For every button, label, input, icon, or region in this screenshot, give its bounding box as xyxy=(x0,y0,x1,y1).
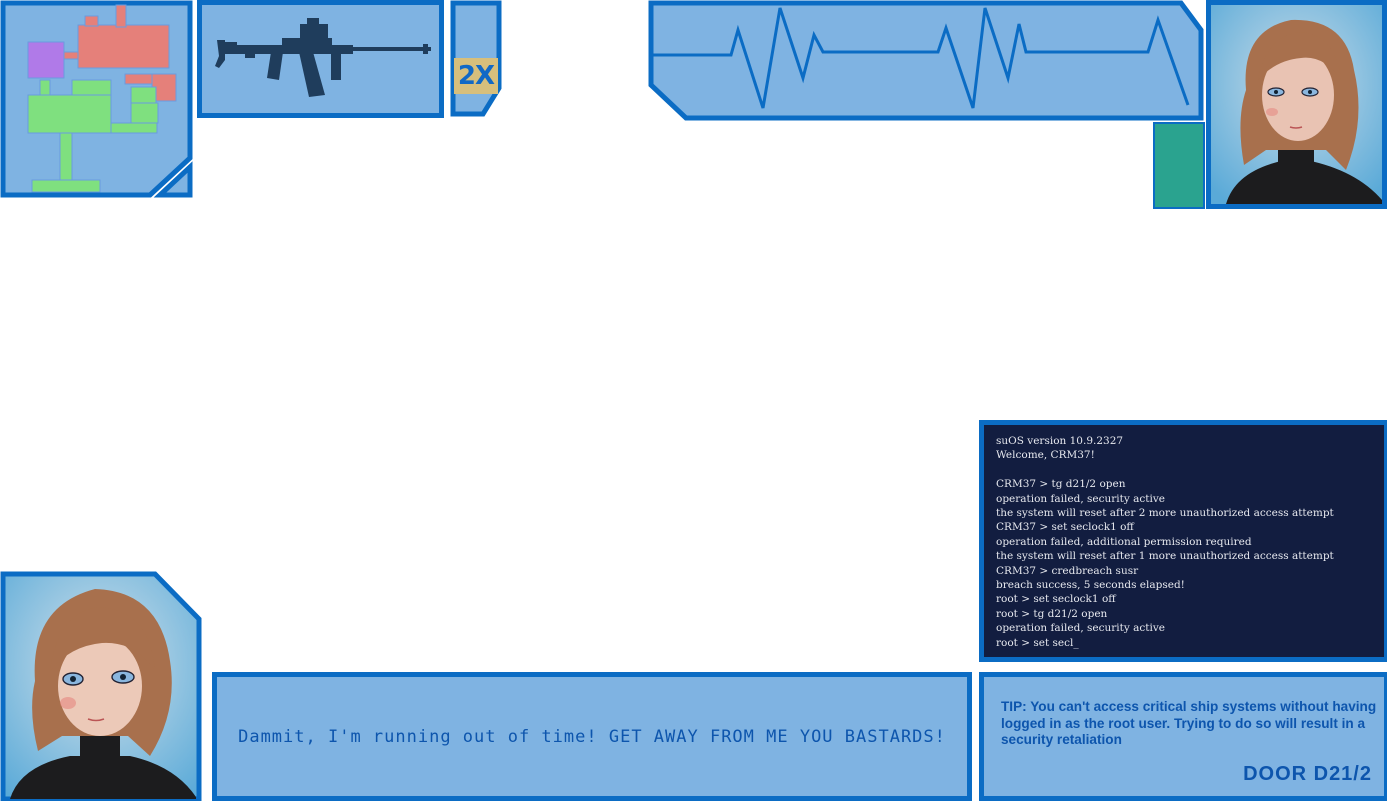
terminal-line: suOS version 10.9.2327 xyxy=(996,435,1124,447)
minimap-room xyxy=(124,73,156,85)
dialogue-box: Dammit, I'm running out of time! GET AWA… xyxy=(212,672,972,801)
minimap-room xyxy=(31,179,101,193)
minimap-room xyxy=(84,15,99,27)
terminal-window[interactable]: suOS version 10.9.2327 Welcome, CRM37! CR… xyxy=(979,420,1387,662)
dialogue-text: Dammit, I'm running out of time! GET AWA… xyxy=(238,726,946,747)
minimap-room xyxy=(115,4,127,28)
terminal-output: suOS version 10.9.2327 Welcome, CRM37! CR… xyxy=(984,425,1384,657)
weapon-panel xyxy=(197,0,444,118)
terminal-line: CRM37 > set seclock1 off xyxy=(996,521,1134,534)
terminal-line: Welcome, CRM37! xyxy=(996,449,1095,462)
minimap-room xyxy=(63,51,79,60)
minimap-room xyxy=(77,24,170,69)
ammo-multiplier-badge: 2X xyxy=(454,58,498,94)
character-portrait-top xyxy=(1206,0,1387,210)
character-portrait-bottom xyxy=(0,571,203,801)
terminal-line: the system will reset after 1 more unaut… xyxy=(996,550,1334,563)
minimap-room xyxy=(59,132,73,181)
terminal-line: operation failed, additional permission … xyxy=(996,535,1252,548)
minimap-room xyxy=(27,94,112,134)
terminal-line: the system will reset after 2 more unaut… xyxy=(996,507,1334,520)
terminal-line: operation failed, security active xyxy=(996,492,1165,505)
door-label: DOOR D21/2 xyxy=(1243,763,1372,785)
minimap xyxy=(0,0,196,200)
minimap-room xyxy=(39,79,51,96)
terminal-line: root > set seclock1 off xyxy=(996,593,1116,606)
tip-text: TIP: You can't access critical ship syst… xyxy=(1001,699,1377,747)
status-indicator xyxy=(1153,122,1205,209)
heartbeat-monitor xyxy=(648,0,1204,122)
terminal-line: breach success, 5 seconds elapsed! xyxy=(996,579,1185,592)
minimap-room xyxy=(71,79,112,96)
minimap-room xyxy=(27,41,65,79)
terminal-line: CRM37 > tg d21/2 open xyxy=(996,478,1126,491)
minimap-room xyxy=(110,122,158,134)
terminal-line: root > tg d21/2 open xyxy=(996,607,1108,620)
terminal-line: operation failed, security active xyxy=(996,622,1165,635)
minimap-room xyxy=(130,86,157,104)
tip-box: TIP: You can't access critical ship syst… xyxy=(979,672,1387,801)
minimap-room xyxy=(130,102,159,124)
terminal-line: root > set secl_ xyxy=(996,636,1079,649)
terminal-line: CRM37 > credbreach susr xyxy=(996,564,1139,577)
